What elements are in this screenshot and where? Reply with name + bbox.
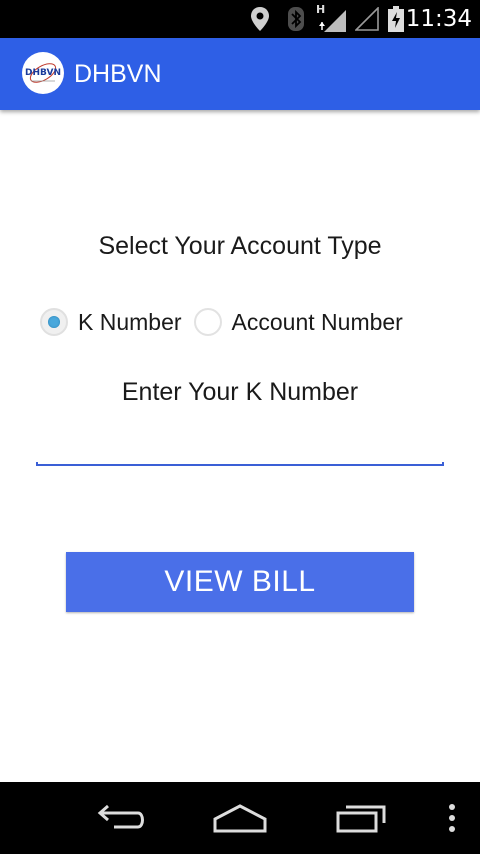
k-number-input[interactable] <box>36 424 444 466</box>
signal-outline-icon <box>354 0 380 38</box>
recents-icon[interactable] <box>330 782 390 854</box>
location-icon <box>248 0 272 38</box>
battery-charging-icon <box>386 0 406 38</box>
app-bar: DHBVN DHBVN <box>0 38 480 110</box>
radio-account-number[interactable] <box>193 308 222 336</box>
home-icon[interactable] <box>210 782 270 854</box>
enter-k-number-label: Enter Your K Number <box>121 378 359 406</box>
network-type-label: H <box>316 3 326 16</box>
status-time: 11:34 <box>405 6 472 32</box>
radio-k-number-label[interactable]: K Number <box>78 309 182 336</box>
nav-bar <box>0 782 480 854</box>
back-icon[interactable] <box>90 782 150 854</box>
app-title: DHBVN <box>74 60 162 88</box>
overflow-menu-icon[interactable] <box>440 782 464 854</box>
account-type-radio-group: K Number Account Number <box>40 306 403 338</box>
radio-account-number-label[interactable]: Account Number <box>232 309 403 336</box>
view-bill-button[interactable]: VIEW BILL <box>66 552 414 612</box>
input-underline <box>36 462 444 466</box>
signal-icon: H <box>316 0 348 38</box>
bluetooth-icon <box>286 0 306 38</box>
status-bar: H 11:34 <box>0 0 480 38</box>
radio-k-number[interactable] <box>40 308 68 336</box>
app-logo: DHBVN <box>22 52 64 94</box>
svg-text:DHBVN: DHBVN <box>25 68 61 78</box>
account-type-heading: Select Your Account Type <box>98 232 382 260</box>
